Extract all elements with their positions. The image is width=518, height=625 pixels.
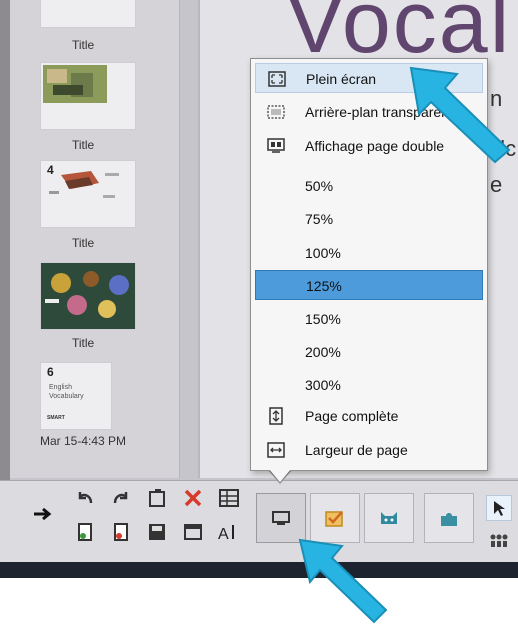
dual-page-icon [267, 138, 285, 154]
gallery-button[interactable] [424, 493, 474, 543]
menu-item-zoom-300[interactable]: 300% [255, 370, 483, 400]
thumbnail-line: English [49, 384, 72, 391]
table-icon[interactable] [216, 485, 242, 511]
menu-item-label: 100% [305, 245, 341, 261]
menu-pointer-fill [269, 469, 291, 482]
page-thumbnail-6[interactable]: 6 English Vocabulary SMART [40, 362, 112, 430]
menu-item-label: 125% [306, 278, 342, 294]
checkmark-box-icon [325, 511, 343, 527]
page-thumbnail-1[interactable] [40, 0, 136, 28]
page-thumbnail-2[interactable] [40, 62, 136, 130]
menu-item-label: Largeur de page [305, 442, 408, 458]
transparent-bg-icon [267, 104, 285, 120]
menu-item-zoom-150[interactable]: 150% [255, 304, 483, 334]
windows-taskbar [0, 562, 518, 578]
menu-item-label: Plein écran [306, 71, 377, 87]
slide-heading: Vocal [286, 0, 512, 71]
thumbnail-title: Title [72, 236, 95, 250]
menu-item-page-width[interactable]: Largeur de page [255, 435, 483, 465]
smart-logo: SMART [47, 415, 65, 421]
menu-item-label: Page complète [305, 408, 399, 424]
menu-item-zoom-200[interactable]: 200% [255, 337, 483, 367]
annotation-arrow-toolbar-icon [298, 538, 388, 624]
display-icon [272, 511, 290, 525]
select-tool-icon[interactable] [486, 495, 512, 521]
menu-item-label: 150% [305, 311, 341, 327]
menu-item-zoom-125[interactable]: 125% [255, 270, 483, 300]
svg-text:A: A [218, 526, 229, 542]
add-page-icon[interactable] [72, 519, 98, 545]
menu-item-label: 200% [305, 344, 341, 360]
thumbnail-image [41, 63, 135, 129]
delete-icon[interactable] [180, 485, 206, 511]
thumbnail-title: Title [72, 138, 95, 152]
fullscreen-icon [268, 71, 286, 87]
menu-item-full-page[interactable]: Page complète [255, 401, 483, 431]
screen-photo: Title Title 4 Title Title 6 English Voca… [0, 0, 518, 578]
next-page-icon[interactable] [30, 501, 56, 527]
menu-item-label: 300% [305, 377, 341, 393]
menu-item-label: 75% [305, 211, 334, 227]
page-timestamp: Mar 15-4:43 PM [40, 434, 127, 448]
page-width-icon [267, 442, 285, 458]
thumbnail-image [41, 263, 135, 329]
screen-shade-icon[interactable] [180, 519, 206, 545]
menu-item-zoom-100[interactable]: 100% [255, 238, 483, 268]
delete-page-icon[interactable] [108, 519, 134, 545]
full-page-icon [267, 407, 285, 425]
page-thumbnail-4[interactable]: 4 [40, 160, 136, 228]
page-number: 6 [47, 365, 54, 379]
thumbnail-title: Title [72, 336, 95, 350]
undo-icon[interactable] [72, 485, 98, 511]
annotation-arrow-menu-icon [409, 66, 511, 164]
menu-item-label: 50% [305, 178, 334, 194]
menu-item-zoom-50[interactable]: 50% [255, 171, 483, 201]
main-toolbar: A [0, 480, 518, 562]
monster-icon [381, 512, 397, 524]
thumbnail-image [49, 171, 119, 198]
monitor-bezel [0, 0, 10, 480]
thumbnail-title: Title [72, 38, 95, 52]
save-icon[interactable] [144, 519, 170, 545]
multi-user-icon[interactable] [486, 527, 512, 553]
paste-icon[interactable] [144, 485, 170, 511]
puzzle-icon [441, 513, 457, 526]
page-thumbnail-5[interactable] [40, 262, 136, 330]
slide-text-fragment: e [490, 172, 503, 197]
text-tool-icon[interactable]: A [216, 519, 242, 545]
thumbnail-line: Vocabulary [49, 393, 84, 400]
redo-icon[interactable] [108, 485, 134, 511]
page-sorter-panel: Title Title 4 Title Title 6 English Voca… [10, 0, 180, 478]
thumbnail-text: English Vocabulary [49, 383, 84, 401]
menu-item-zoom-75[interactable]: 75% [255, 204, 483, 234]
